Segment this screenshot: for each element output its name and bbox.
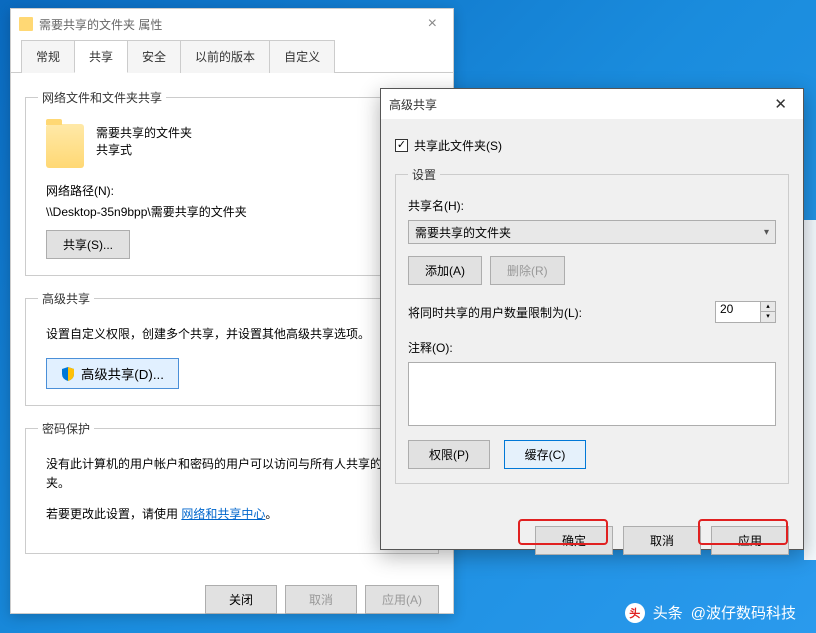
share-folder-checkbox[interactable]: ✓: [395, 139, 408, 152]
close-button[interactable]: 关闭: [205, 585, 277, 614]
shield-icon: [61, 367, 75, 381]
network-path-value: \\Desktop-35n9bpp\需要共享的文件夹: [46, 203, 426, 220]
folder-name: 需要共享的文件夹: [96, 124, 192, 141]
password-group: 密码保护 没有此计算机的用户帐户和密码的用户可以访问与所有人共享的文件夹。 若要…: [25, 420, 439, 554]
share-name-label: 共享名(H):: [408, 197, 776, 214]
share-name-value: 需要共享的文件夹: [415, 224, 511, 241]
watermark-name: @波仔数码科技: [691, 602, 796, 623]
adv-cancel-button[interactable]: 取消: [623, 526, 701, 555]
advanced-share-group: 高级共享 设置自定义权限，创建多个共享，并设置其他高级共享选项。 高级共享(D)…: [25, 290, 439, 406]
limit-label: 将同时共享的用户数量限制为(L):: [408, 304, 582, 321]
properties-titlebar[interactable]: 需要共享的文件夹 属性 ×: [11, 9, 453, 39]
comment-textarea[interactable]: [408, 362, 776, 426]
comment-label: 注释(O):: [408, 339, 776, 356]
limit-spinner[interactable]: 20 ▴ ▾: [715, 301, 776, 323]
network-center-link[interactable]: 网络和共享中心: [181, 507, 265, 521]
window-title: 需要共享的文件夹 属性: [39, 16, 162, 33]
network-share-group: 网络文件和文件夹共享 需要共享的文件夹 共享式 网络路径(N): \\Deskt…: [25, 89, 439, 276]
advanced-footer: 确定 取消 应用: [381, 512, 803, 555]
advanced-share-desc: 设置自定义权限，创建多个共享，并设置其他高级共享选项。: [46, 325, 418, 342]
properties-footer: 关闭 取消 应用(A): [205, 585, 439, 614]
advanced-share-button-label: 高级共享(D)...: [81, 364, 164, 383]
ok-button[interactable]: 确定: [535, 526, 613, 555]
password-change-text: 若要更改此设置，请使用 网络和共享中心。: [46, 505, 418, 524]
folder-icon-large: [46, 124, 84, 168]
watermark-prefix: 头条: [653, 602, 683, 623]
cancel-button[interactable]: 取消: [285, 585, 357, 614]
apply-button[interactable]: 应用(A): [365, 585, 439, 614]
share-button[interactable]: 共享(S)...: [46, 230, 130, 259]
advanced-window-title: 高级共享: [389, 96, 437, 113]
tab-previous[interactable]: 以前的版本: [180, 40, 270, 73]
share-folder-label: 共享此文件夹(S): [414, 137, 502, 154]
network-share-legend: 网络文件和文件夹共享: [38, 89, 166, 106]
share-state: 共享式: [96, 141, 192, 158]
adv-apply-button[interactable]: 应用: [711, 526, 789, 555]
settings-legend: 设置: [408, 166, 440, 183]
advanced-share-legend: 高级共享: [38, 290, 94, 307]
chevron-down-icon: ▾: [764, 227, 769, 238]
limit-value[interactable]: 20: [715, 301, 761, 323]
cache-button[interactable]: 缓存(C): [504, 440, 586, 469]
password-change-prefix: 若要更改此设置，请使用: [46, 507, 178, 521]
advanced-share-button[interactable]: 高级共享(D)...: [46, 358, 179, 389]
close-icon[interactable]: ×: [420, 15, 445, 33]
folder-icon: [19, 17, 33, 31]
permissions-button[interactable]: 权限(P): [408, 440, 490, 469]
password-legend: 密码保护: [38, 420, 94, 437]
remove-button[interactable]: 删除(R): [490, 256, 565, 285]
advanced-titlebar[interactable]: 高级共享 ✕: [381, 89, 803, 119]
tab-sharing[interactable]: 共享: [74, 40, 128, 73]
settings-group: 设置 共享名(H): 需要共享的文件夹 ▾ 添加(A) 删除(R) 将同时共享的…: [395, 166, 789, 484]
share-name-select[interactable]: 需要共享的文件夹 ▾: [408, 220, 776, 244]
network-path-label: 网络路径(N):: [46, 182, 426, 199]
advanced-sharing-dialog: 高级共享 ✕ ✓ 共享此文件夹(S) 设置 共享名(H): 需要共享的文件夹 ▾…: [380, 88, 804, 550]
password-suffix: 。: [265, 507, 277, 521]
spinner-up-icon[interactable]: ▴: [761, 302, 775, 312]
tab-bar: 常规 共享 安全 以前的版本 自定义: [11, 39, 453, 73]
add-button[interactable]: 添加(A): [408, 256, 482, 285]
tab-security[interactable]: 安全: [127, 40, 181, 73]
spinner-down-icon[interactable]: ▾: [761, 312, 775, 322]
password-desc: 没有此计算机的用户帐户和密码的用户可以访问与所有人共享的文件夹。: [46, 455, 418, 493]
tab-general[interactable]: 常规: [21, 40, 75, 73]
toutiao-logo-icon: 头: [625, 603, 645, 623]
close-icon[interactable]: ✕: [766, 93, 795, 115]
watermark: 头 头条 @波仔数码科技: [625, 602, 796, 623]
tab-custom[interactable]: 自定义: [269, 40, 335, 73]
